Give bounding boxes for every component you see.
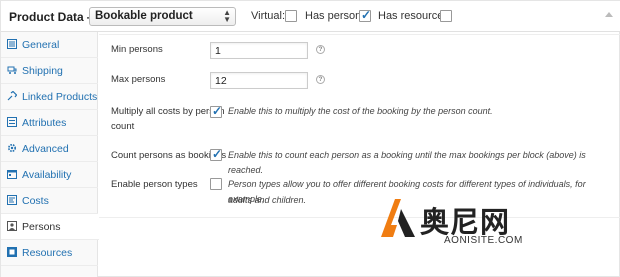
product-type-value: Bookable product: [95, 10, 193, 22]
max-persons-input[interactable]: [210, 72, 308, 89]
tab-label: Resources: [22, 247, 73, 259]
has-resources-checkbox[interactable]: [440, 10, 452, 22]
person-types-checkbox[interactable]: [210, 178, 222, 190]
multiply-costs-checkbox[interactable]: ✓: [210, 104, 223, 118]
tab-general[interactable]: General: [1, 32, 98, 58]
tab-label: Shipping: [22, 65, 63, 77]
list-icon: [7, 117, 17, 127]
logo-mark-icon: [381, 199, 415, 237]
tab-persons[interactable]: Persons: [1, 214, 99, 240]
multiply-costs-description: Enable this to multiply the cost of the …: [228, 106, 493, 116]
person-types-description-line2: adults and children.: [228, 195, 307, 205]
watermark-subtext: AONISITE.COM: [444, 235, 523, 246]
product-data-panel: Product Data — Bookable product ▲ ▼ Virtu…: [0, 0, 620, 277]
tab-attributes[interactable]: Attributes: [1, 110, 98, 136]
virtual-label: Virtual:: [251, 10, 286, 22]
min-persons-input[interactable]: [210, 42, 308, 59]
collapse-toggle-icon[interactable]: [605, 12, 613, 17]
tab-label: Costs: [22, 195, 49, 207]
virtual-checkbox[interactable]: [285, 10, 297, 22]
multiply-costs-label: Multiply all costs by person: [111, 106, 225, 117]
checkmark-icon: ✓: [212, 147, 223, 161]
checkmark-icon: ✓: [212, 104, 223, 118]
min-persons-label: Min persons: [111, 44, 163, 55]
count-as-bookings-description: Enable this to count each person as a bo…: [228, 150, 586, 175]
count-as-bookings-label: Count persons as bookings: [111, 150, 227, 161]
truck-icon: [7, 66, 17, 74]
person-icon: [7, 221, 17, 231]
tab-label: General: [22, 39, 60, 51]
tab-label: Advanced: [22, 143, 69, 155]
tab-linked-products[interactable]: Linked Products: [1, 84, 98, 110]
select-arrows-icon: ▲ ▼: [223, 8, 231, 24]
box-icon: [7, 247, 17, 257]
tab-label: Availability: [22, 169, 72, 181]
wrench-icon: [7, 39, 17, 49]
tag-icon: [7, 195, 17, 205]
count-as-bookings-checkbox[interactable]: ✓: [210, 147, 223, 161]
tab-costs[interactable]: Costs: [1, 188, 98, 214]
product-type-select[interactable]: Bookable product ▲ ▼: [89, 7, 236, 26]
panel-header: Product Data — Bookable product ▲ ▼ Virtu…: [1, 1, 620, 32]
person-types-label: Enable person types: [111, 179, 198, 190]
watermark-logo: 奥尼网 AONISITE.COM: [379, 191, 609, 261]
tab-resources[interactable]: Resources: [1, 240, 98, 266]
tab-label: Linked Products: [22, 91, 98, 103]
tab-advanced[interactable]: Advanced: [1, 136, 98, 162]
max-persons-label: Max persons: [111, 74, 166, 85]
product-data-tabs: General Shipping Linked Products Attribu…: [1, 32, 99, 277]
tab-shipping[interactable]: Shipping: [1, 58, 98, 84]
tab-label: Persons: [22, 221, 61, 233]
multiply-costs-label-line2: count: [111, 121, 135, 132]
tab-availability[interactable]: Availability: [1, 162, 98, 188]
gear-icon: [7, 143, 17, 153]
calendar-icon: [7, 170, 17, 179]
has-persons-checkbox[interactable]: ✓: [359, 8, 372, 22]
help-icon[interactable]: ?: [316, 45, 325, 54]
checkmark-icon: ✓: [361, 8, 372, 22]
panel-divider: [99, 34, 620, 35]
help-icon[interactable]: ?: [316, 75, 325, 84]
tab-label: Attributes: [22, 117, 67, 129]
link-icon: [7, 91, 17, 101]
panel-title: Product Data —: [9, 10, 100, 24]
